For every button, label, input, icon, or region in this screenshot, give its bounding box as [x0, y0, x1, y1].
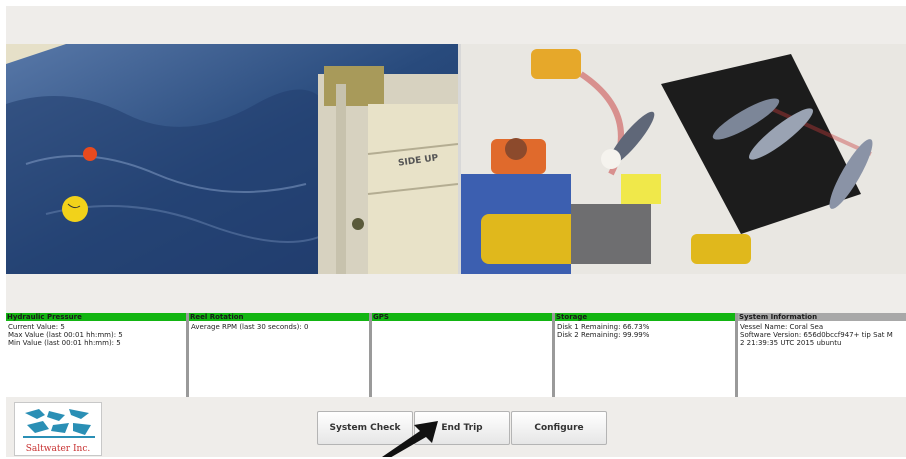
footer-bar: Saltwater Inc. System Check End Trip Con… — [6, 397, 906, 457]
status-panels: Hydraulic Pressure Current Value: 5 Max … — [6, 313, 906, 397]
configure-button[interactable]: Configure — [511, 411, 607, 445]
panel-storage: Storage Disk 1 Remaining: 66.73% Disk 2 … — [555, 313, 736, 397]
panel-body-storage: Disk 1 Remaining: 66.73% Disk 2 Remainin… — [555, 321, 735, 397]
camera-image-fish-processing — [461, 44, 906, 274]
hydraulic-max-value: Max Value (last 00:01 hh:mm): 5 — [8, 331, 123, 339]
storage-disk-2: Disk 2 Remaining: 99.99% — [557, 331, 650, 339]
system-build-date: 2 21:39:35 UTC 2015 ubuntu — [740, 339, 842, 347]
hydraulic-min-value: Min Value (last 00:01 hh:mm): 5 — [8, 339, 121, 347]
panel-header-gps: GPS — [372, 313, 552, 321]
pointer-arrow-icon — [382, 421, 438, 457]
panel-reel-rotation: Reel Rotation Average RPM (last 30 secon… — [189, 313, 370, 397]
camera-feed-left: SIDE UP — [6, 44, 458, 274]
panel-hydraulic-pressure: Hydraulic Pressure Current Value: 5 Max … — [6, 313, 187, 397]
app-window: SIDE UP Hydraulic Pressure Current Value… — [6, 6, 906, 457]
panel-header-hydraulic-pressure: Hydraulic Pressure — [6, 313, 186, 321]
panel-body-gps — [372, 321, 552, 397]
panel-gps: GPS — [372, 313, 553, 397]
camera-feeds: SIDE UP — [6, 44, 906, 274]
system-vessel-name: Vessel Name: Coral Sea — [740, 323, 824, 331]
panel-header-storage: Storage — [555, 313, 735, 321]
storage-disk-1: Disk 1 Remaining: 66.73% — [557, 323, 650, 331]
panel-body-reel-rotation: Average RPM (last 30 seconds): 0 — [189, 321, 369, 397]
hydraulic-current-value: Current Value: 5 — [8, 323, 65, 331]
panel-body-hydraulic-pressure: Current Value: 5 Max Value (last 00:01 h… — [6, 321, 186, 397]
panel-system-information: System Information Vessel Name: Coral Se… — [738, 313, 906, 397]
camera-image-ocean-deck — [6, 44, 458, 274]
panel-body-system-information: Vessel Name: Coral Sea Software Version:… — [738, 321, 906, 397]
camera-feed-right — [461, 44, 906, 274]
panel-header-reel-rotation: Reel Rotation — [189, 313, 369, 321]
company-logo: Saltwater Inc. — [14, 402, 102, 456]
system-software-version: Software Version: 656d0bccf947+ tip Sat … — [740, 331, 893, 339]
logo-fish-icon — [21, 407, 95, 439]
reel-average-rpm: Average RPM (last 30 seconds): 0 — [191, 323, 309, 331]
logo-text: Saltwater Inc. — [25, 444, 91, 454]
panel-header-system-information: System Information — [738, 313, 906, 321]
